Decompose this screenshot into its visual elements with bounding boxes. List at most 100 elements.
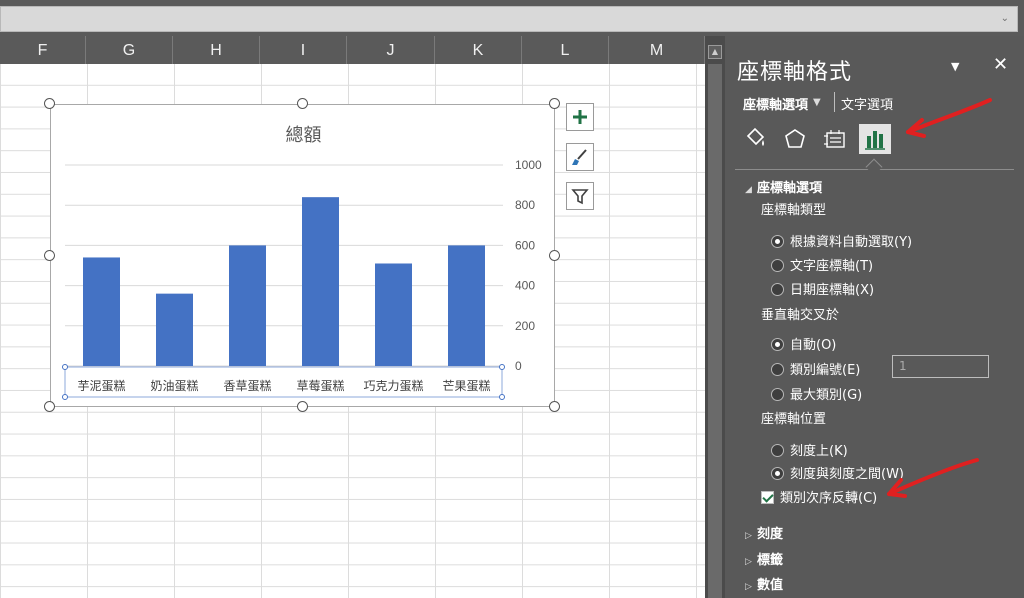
column-header-h[interactable]: H [173,36,260,64]
radio-auto-select-label: 根據資料自動選取(Y) [790,235,913,250]
paintbrush-icon [567,144,593,170]
tab-axis-options[interactable]: 座標軸選項 [743,94,808,113]
collapsed-triangle-icon: ▷ [745,557,752,567]
radio-cross-category-number[interactable]: 類別編號(E) [771,359,860,378]
resize-handle-bottom[interactable] [297,401,308,412]
expanded-triangle-icon: ◢ [745,185,752,195]
collapsed-triangle-icon: ▷ [745,582,752,592]
column-header-l[interactable]: L [522,36,609,64]
collapsed-triangle-icon: ▷ [745,531,752,541]
chart-filters-button[interactable] [566,182,594,210]
column-header-row: F G H I J K L M [0,36,705,64]
bar[interactable] [83,257,120,366]
cross-label: 垂直軸交叉於 [761,308,840,323]
resize-handle-bottom-left[interactable] [44,401,55,412]
column-header-j[interactable]: J [347,36,435,64]
y-tick-label: 1000 [515,158,542,172]
bar[interactable] [375,263,412,366]
formula-bar-area: ⌄ [0,0,1024,36]
axis-selection-handle [62,364,68,370]
bar[interactable] [156,293,193,366]
radio-icon[interactable] [771,388,784,401]
chart-elements-button[interactable] [566,103,594,131]
radio-selected-icon[interactable] [771,235,784,248]
scrollbar-thumb[interactable] [708,64,722,598]
section-labels[interactable]: ▷ 標籤 [745,549,783,568]
section-axis-options[interactable]: ◢ 座標軸選項 [745,177,822,196]
resize-handle-right[interactable] [549,250,560,261]
tab-separator [834,92,835,112]
chart-plot-area[interactable]: 0 200 400 600 800 1000 芋泥蛋糕 奶油蛋糕 香草蛋糕 草莓蛋糕 巧克力蛋糕 芒果… [51,105,556,408]
x-tick-label: 芋泥蛋糕 [77,379,125,393]
radio-text-axis[interactable]: 文字座標軸(T) [771,255,873,274]
bar[interactable] [448,245,485,366]
column-header-f[interactable]: F [0,36,86,64]
bar[interactable] [302,197,339,366]
resize-handle-top-right[interactable] [549,98,560,109]
axis-type-label: 座標軸類型 [761,203,827,218]
annotation-red-arrow-icon [887,458,979,498]
radio-date-axis[interactable]: 日期座標軸(X) [771,279,874,298]
y-tick-label: 200 [515,319,535,333]
checkbox-checked-icon[interactable] [761,491,774,504]
section-tick-marks[interactable]: ▷ 刻度 [745,523,783,542]
column-header-k[interactable]: K [435,36,522,64]
close-icon[interactable]: ✕ [993,54,1008,75]
y-tick-label: 600 [515,238,535,252]
radio-selected-icon[interactable] [771,338,784,351]
fill-line-icon[interactable] [739,124,771,154]
radio-icon[interactable] [771,259,784,272]
tab-text-options[interactable]: 文字選項 [841,94,893,113]
radio-auto-select[interactable]: 根據資料自動選取(Y) [771,231,912,250]
filter-icon [567,183,593,209]
chart-object[interactable]: 總額 0 200 400 600 800 1000 芋泥蛋糕 奶油蛋糕 香草蛋糕 草莓蛋糕 巧克力蛋… [50,104,555,407]
radio-selected-icon[interactable] [771,467,784,480]
effects-pentagon-icon[interactable] [779,124,811,154]
vertical-scrollbar[interactable]: ▲ [705,36,725,598]
resize-handle-top[interactable] [297,98,308,109]
resize-handle-bottom-right[interactable] [549,401,560,412]
resize-handle-left[interactable] [44,250,55,261]
section-number[interactable]: ▷ 數值 [745,574,783,593]
section-axis-options-label: 座標軸選項 [757,181,823,196]
category-number-input[interactable]: 1 [892,355,989,378]
format-axis-pane: 座標軸格式 ▼ ✕ 座標軸選項 ▼ 文字選項 ◢ 座標軸選項 座標軸類型 根據資料… [725,36,1024,598]
radio-icon[interactable] [771,283,784,296]
column-header-m[interactable]: M [609,36,705,64]
radio-icon[interactable] [771,363,784,376]
axis-options-dropdown-icon[interactable]: ▼ [813,97,821,108]
checkbox-reverse-order-label: 類別次序反轉(C) [780,491,878,506]
radio-cross-category-number-label: 類別編號(E) [790,363,861,378]
checkbox-reverse-order[interactable]: 類別次序反轉(C) [761,487,877,506]
radio-cross-max-category-label: 最大類別(G) [790,388,863,403]
radio-cross-auto[interactable]: 自動(O) [771,334,836,353]
size-properties-icon[interactable] [819,124,851,154]
radio-cross-max-category[interactable]: 最大類別(G) [771,384,862,403]
pane-options-dropdown-icon[interactable]: ▼ [951,60,959,73]
scroll-up-arrow-icon[interactable]: ▲ [708,45,722,59]
resize-handle-top-left[interactable] [44,98,55,109]
pane-notch [865,158,883,176]
category-axis-selection [64,366,503,398]
plus-icon [567,104,593,130]
y-tick-label: 400 [515,279,535,293]
x-tick-label: 巧克力蛋糕 [363,379,423,393]
chart-styles-button[interactable] [566,143,594,171]
x-tick-label: 草莓蛋糕 [296,379,344,393]
radio-on-tick-marks[interactable]: 刻度上(K) [771,440,848,459]
axis-selection-handle [62,394,68,400]
x-tick-label: 奶油蛋糕 [150,379,198,393]
axis-options-bar-chart-icon[interactable] [859,124,891,154]
formula-bar[interactable]: ⌄ [0,6,1018,32]
annotation-red-arrow-icon [906,98,992,138]
radio-date-axis-label: 日期座標軸(X) [790,283,875,298]
radio-icon[interactable] [771,444,784,457]
x-tick-label: 香草蛋糕 [223,379,271,393]
axis-selection-handle [499,364,505,370]
expand-formula-chevron-icon[interactable]: ⌄ [1001,13,1009,24]
column-header-i[interactable]: I [260,36,347,64]
y-tick-label: 800 [515,198,535,212]
bar[interactable] [229,245,266,366]
radio-on-tick-marks-label: 刻度上(K) [790,444,848,459]
column-header-g[interactable]: G [86,36,173,64]
